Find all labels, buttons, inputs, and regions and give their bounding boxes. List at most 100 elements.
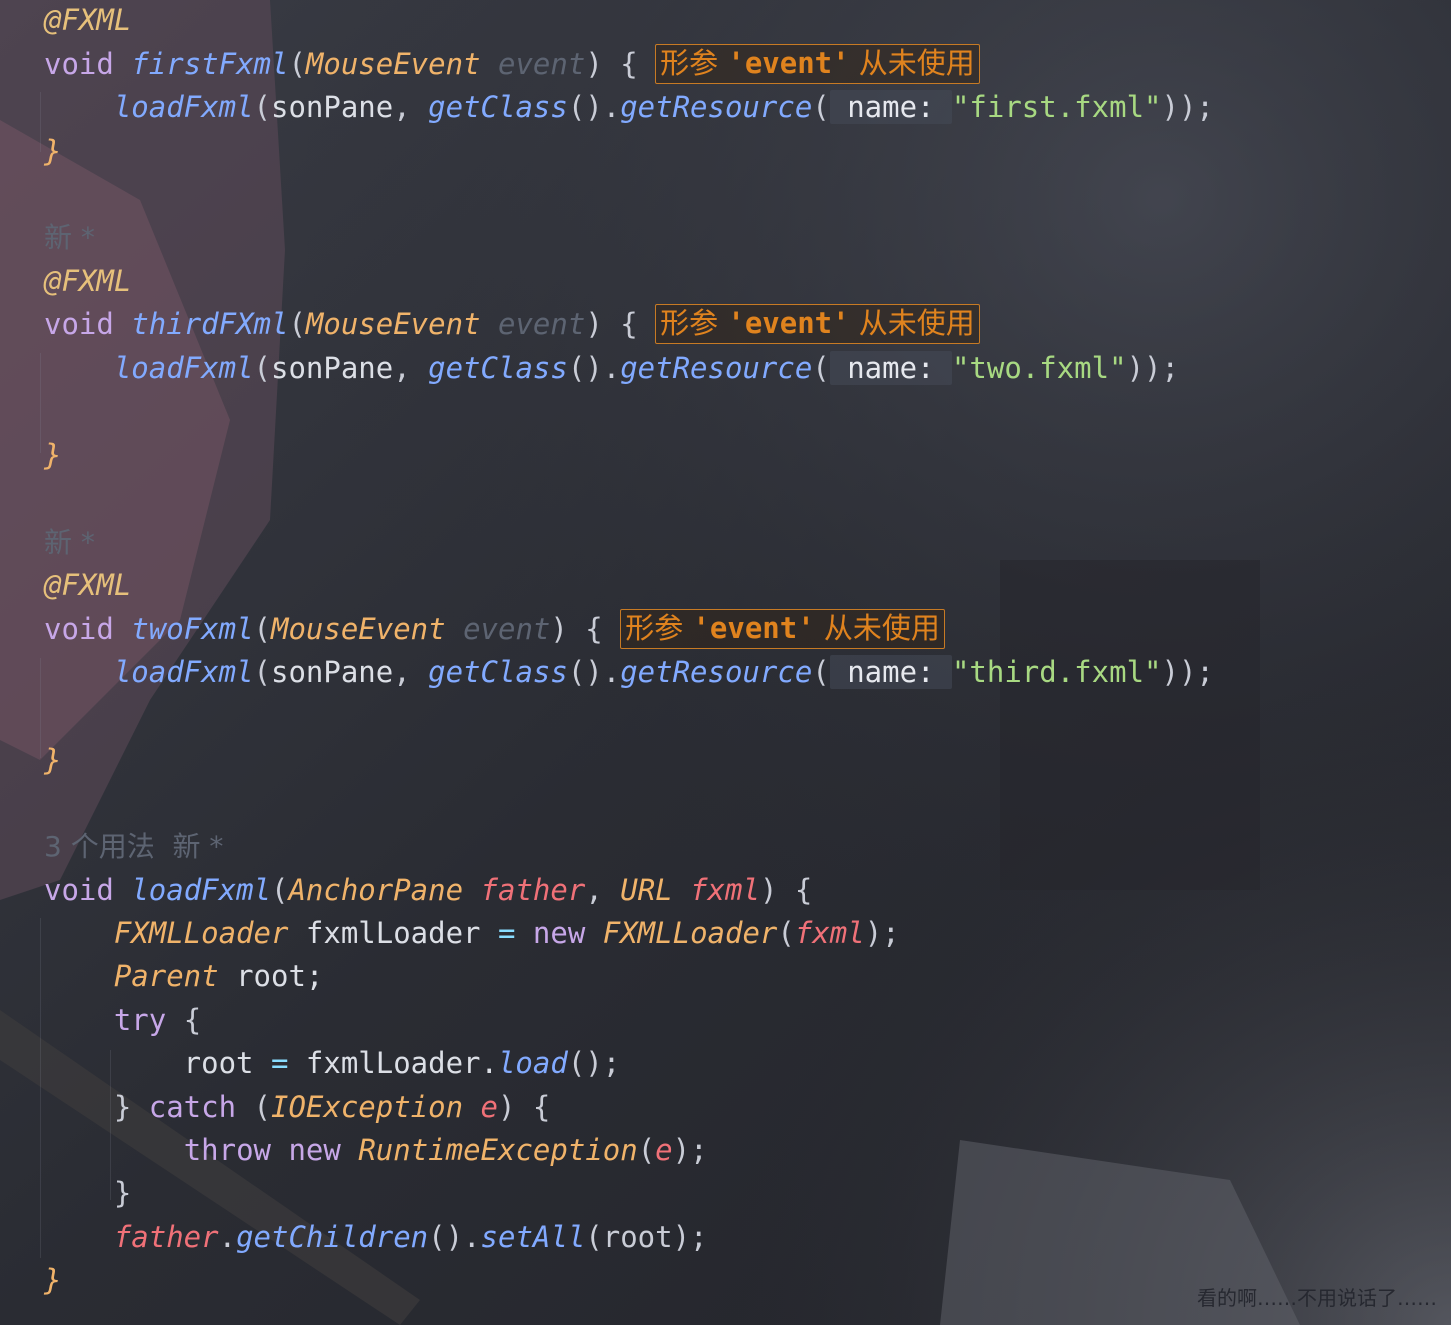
code-token: } — [44, 743, 62, 777]
code-token: } — [44, 1263, 62, 1297]
code-token: ) { — [550, 612, 621, 646]
code-token: ( — [236, 1090, 271, 1124]
code-token: (root); — [585, 1220, 708, 1254]
code-token: , — [393, 655, 429, 689]
code-token: loadFxml — [113, 655, 254, 689]
code-line[interactable]: @FXML — [44, 0, 131, 40]
code-token: fxml — [690, 873, 760, 907]
code-token: (). — [567, 90, 621, 124]
code-line[interactable]: Parent root; — [44, 956, 324, 996]
code-line[interactable]: } — [44, 1173, 131, 1213]
code-token: try — [113, 1003, 167, 1037]
code-token: )); — [1161, 655, 1214, 689]
code-token: (). — [567, 351, 621, 385]
code-line[interactable]: @FXML — [44, 565, 131, 605]
code-line[interactable]: } — [44, 435, 61, 475]
code-line[interactable]: loadFxml(sonPane, getClass().getResource… — [44, 652, 1214, 692]
code-line[interactable]: } — [44, 1260, 61, 1300]
code-token: getResource — [620, 655, 813, 689]
inspection-suffix: 从未使用 — [849, 306, 975, 340]
code-editor[interactable]: @FXML void firstFxml(MouseEvent event) { … — [0, 0, 1451, 1325]
code-line[interactable]: throw new RuntimeException(e); — [44, 1130, 708, 1170]
code-token: ( — [637, 1133, 656, 1167]
code-token: ) { — [759, 873, 813, 907]
code-token: )); — [1161, 90, 1214, 124]
inspection-parameter-name: 'event' — [727, 46, 850, 80]
code-token: ( — [777, 916, 795, 950]
code-token: event — [498, 307, 586, 341]
code-token: ( — [812, 655, 830, 689]
code-token: firstFxml — [131, 47, 289, 81]
code-token: void — [44, 47, 132, 81]
indent-guide — [40, 92, 41, 152]
code-line[interactable]: @FXML — [44, 261, 131, 301]
code-token: sonPane — [271, 90, 394, 124]
code-token: load — [497, 1046, 568, 1080]
code-token: IOException — [271, 1090, 464, 1124]
code-token: father — [113, 1220, 219, 1254]
wallpaper-caption: 看的啊……不用说话了…… — [1197, 1286, 1437, 1310]
code-token: MouseEvent — [271, 612, 446, 646]
code-token: getClass — [428, 655, 568, 689]
unused-parameter-inspection[interactable]: 形参 'event' 从未使用 — [620, 609, 945, 649]
code-token: } — [44, 1090, 149, 1124]
code-token: loadFxml — [131, 873, 271, 907]
code-token: , — [393, 351, 429, 385]
code-token: "two.fxml" — [951, 351, 1127, 385]
code-token: MouseEvent — [305, 307, 481, 341]
inspection-prefix: 形参 — [660, 46, 728, 80]
code-line[interactable]: 新 * — [44, 522, 95, 562]
code-token: @FXML — [44, 264, 132, 298]
code-line[interactable]: } catch (IOException e) { — [44, 1087, 551, 1127]
code-token: ) { — [585, 307, 656, 341]
code-line[interactable]: root = fxmlLoader.load(); — [44, 1043, 621, 1083]
code-line[interactable]: void thirdFXml(MouseEvent event) { 形参 'e… — [44, 304, 980, 344]
unused-parameter-inspection[interactable]: 形参 'event' 从未使用 — [655, 304, 980, 344]
usage-hint: 新 * — [44, 221, 95, 254]
code-token: "third.fxml" — [951, 655, 1162, 689]
code-line[interactable]: void firstFxml(MouseEvent event) { 形参 'e… — [44, 44, 980, 84]
indent-guide — [40, 658, 41, 758]
code-line[interactable]: void loadFxml(AnchorPane father, URL fxm… — [44, 870, 812, 910]
code-token: } — [44, 1176, 132, 1210]
code-line[interactable]: father.getChildren().setAll(root); — [44, 1217, 708, 1257]
code-token: ) { — [498, 1090, 551, 1124]
code-token: getClass — [428, 351, 568, 385]
code-token: sonPane — [271, 351, 394, 385]
code-token: ( — [812, 90, 830, 124]
usage-hint: 新 * — [44, 526, 95, 559]
code-line[interactable]: 3 个用法 新 * — [44, 826, 223, 866]
code-token: ( — [253, 90, 271, 124]
code-token: FXMLLoader — [602, 916, 778, 950]
unused-parameter-inspection[interactable]: 形参 'event' 从未使用 — [655, 44, 980, 84]
code-line[interactable]: } — [44, 740, 61, 780]
inspection-prefix: 形参 — [625, 611, 693, 645]
code-line[interactable]: void twoFxml(MouseEvent event) { 形参 'eve… — [44, 609, 945, 649]
code-token: @FXML — [44, 568, 132, 602]
code-line[interactable]: FXMLLoader fxmlLoader = new FXMLLoader(f… — [44, 913, 900, 953]
code-line[interactable]: } — [44, 131, 61, 171]
code-token: )); — [1126, 351, 1179, 385]
code-line[interactable]: loadFxml(sonPane, getClass().getResource… — [44, 348, 1179, 388]
code-line[interactable]: 新 * — [44, 217, 95, 257]
code-token: (). — [567, 655, 621, 689]
code-token: (); — [567, 1046, 621, 1080]
code-token: getResource — [620, 351, 813, 385]
inspection-parameter-name: 'event' — [692, 611, 815, 645]
code-token: fxmlLoader. — [288, 1046, 498, 1080]
code-token: "first.fxml" — [951, 90, 1162, 124]
code-line[interactable]: try { — [44, 1000, 201, 1040]
code-token: event — [498, 47, 586, 81]
code-line[interactable]: loadFxml(sonPane, getClass().getResource… — [44, 87, 1214, 127]
